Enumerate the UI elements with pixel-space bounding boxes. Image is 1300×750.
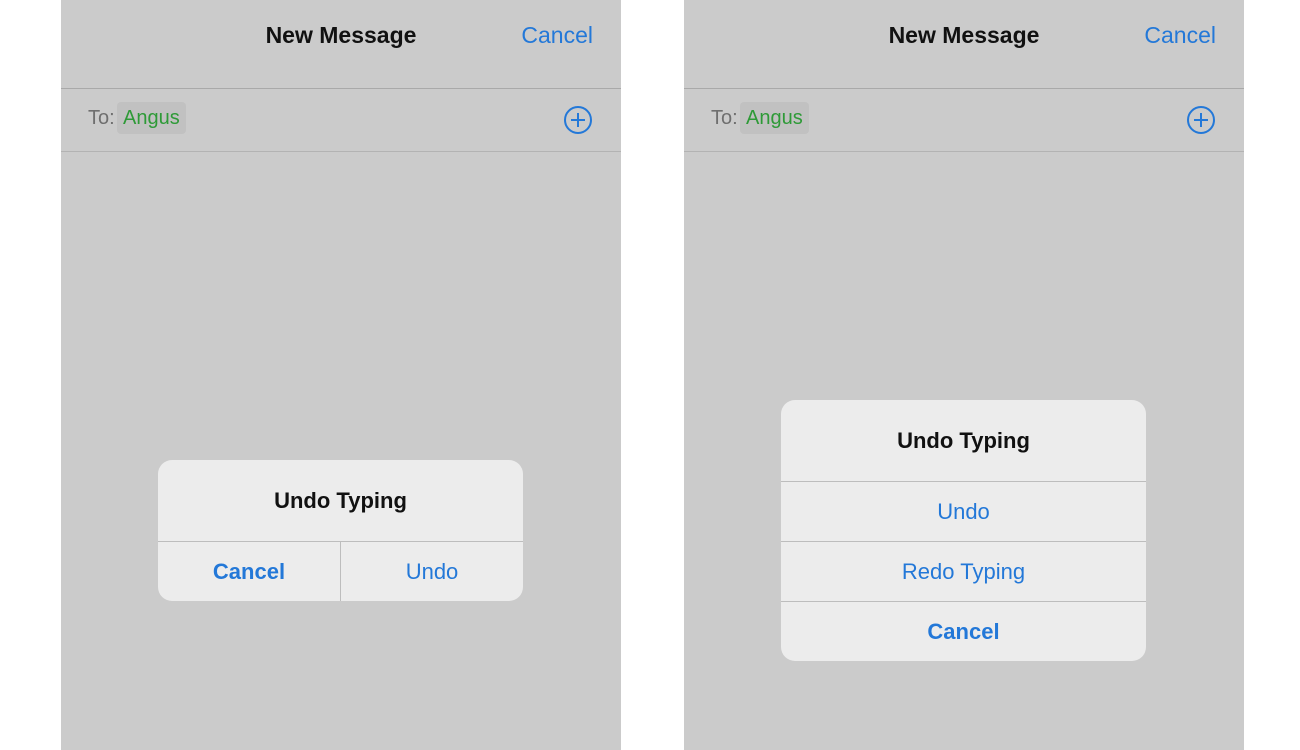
- alert-title: Undo Typing: [897, 428, 1030, 453]
- to-label: To:: [711, 107, 738, 129]
- nav-cancel-button[interactable]: Cancel: [521, 22, 593, 49]
- nav-cancel-button[interactable]: Cancel: [1144, 22, 1216, 49]
- alert-cancel-button[interactable]: Cancel: [158, 542, 340, 601]
- recipient-chip[interactable]: Angus: [740, 102, 809, 134]
- right-phone-screen: New Message Cancel To: Angus Undo Typing…: [684, 0, 1244, 750]
- plus-circle-icon: [1187, 106, 1215, 134]
- undo-typing-alert: Undo Typing Undo Redo Typing Cancel: [781, 400, 1146, 661]
- plus-circle-icon: [564, 106, 592, 134]
- navigation-bar: New Message Cancel: [684, 0, 1244, 89]
- alert-undo-button[interactable]: Undo: [781, 481, 1146, 541]
- add-recipient-button[interactable]: [563, 105, 593, 135]
- undo-typing-alert: Undo Typing Cancel Undo: [158, 460, 523, 601]
- to-field-row[interactable]: To: Angus: [684, 89, 1244, 152]
- alert-undo-button[interactable]: Undo: [340, 542, 523, 601]
- add-recipient-button[interactable]: [1186, 105, 1216, 135]
- navigation-bar: New Message Cancel: [61, 0, 621, 89]
- alert-button-row: Cancel Undo: [158, 541, 523, 601]
- alert-cancel-button[interactable]: Cancel: [781, 601, 1146, 661]
- alert-redo-typing-button[interactable]: Redo Typing: [781, 541, 1146, 601]
- left-phone-screen: New Message Cancel To: Angus Undo Typing…: [61, 0, 621, 750]
- alert-title: Undo Typing: [274, 488, 407, 513]
- to-field-row[interactable]: To: Angus: [61, 89, 621, 152]
- to-label: To:: [88, 107, 115, 129]
- recipient-chip[interactable]: Angus: [117, 102, 186, 134]
